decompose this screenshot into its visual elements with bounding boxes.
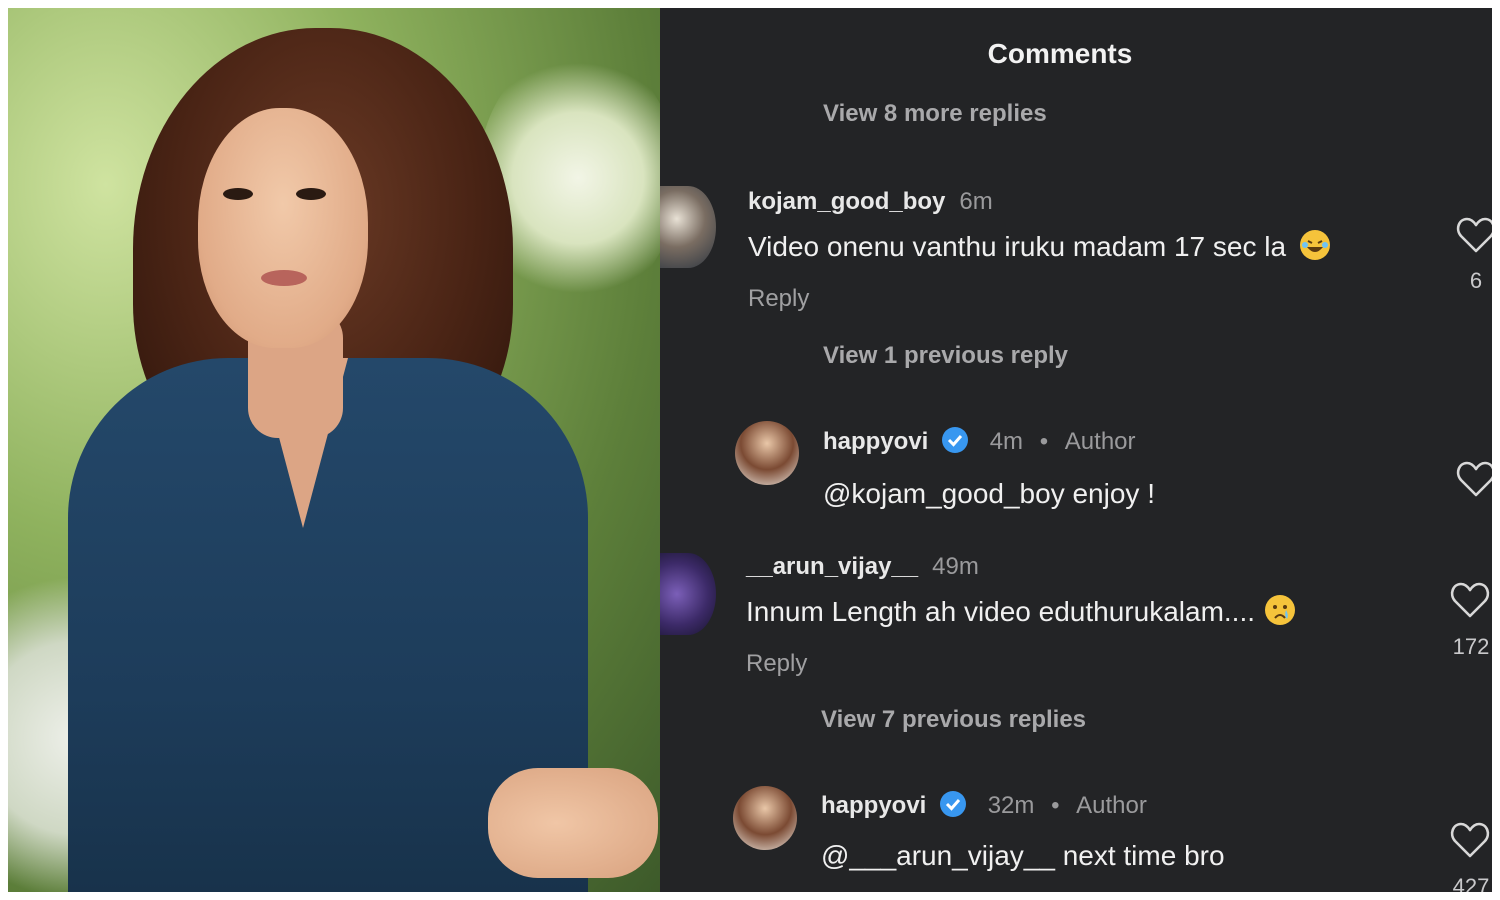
reply-button[interactable]: Reply [748,285,809,313]
view-more-replies-link[interactable]: View 8 more replies [823,100,1047,128]
heart-outline-icon[interactable] [1450,821,1490,859]
comment-username[interactable]: kojam_good_boy 6m [748,188,993,216]
comments-panel: Comments View 8 more replies kojam_good_… [660,8,1492,892]
heart-outline-icon[interactable] [1456,216,1492,254]
composite-image: Comments View 8 more replies kojam_good_… [8,8,1492,892]
crying-emoji-icon [1264,595,1295,625]
comment-username[interactable]: __arun_vijay__ 49m [746,553,979,581]
avatar[interactable] [735,421,799,485]
avatar[interactable] [733,786,797,850]
view-previous-replies-link[interactable]: View 7 previous replies [821,706,1086,734]
reply-text: @___arun_vijay__ next time bro [821,840,1225,871]
comment-text: Video onenu vanthu iruku madam 17 sec la [748,230,1330,263]
avatar[interactable] [660,553,716,635]
portrait-photo [8,8,660,892]
view-previous-reply-link[interactable]: View 1 previous reply [823,342,1068,370]
reply-button[interactable]: Reply [746,650,807,678]
verified-badge-icon [940,791,967,817]
comment-text: Innum Length ah video eduthurukalam.... [746,595,1295,628]
reply-text: @kojam_good_boy enjoy ! [823,478,1155,509]
verified-badge-icon [942,427,969,453]
reply-username[interactable]: happyovi 4m • Author [823,426,1136,456]
heart-outline-icon[interactable] [1456,460,1492,498]
heart-outline-icon[interactable] [1450,581,1490,619]
like-count: 172 [1452,634,1490,659]
like-count: 6 [1469,268,1483,293]
like-count: 427 [1452,874,1490,892]
reply-username[interactable]: happyovi 32m • Author [821,790,1147,820]
laughing-emoji-icon [1299,230,1330,260]
avatar[interactable] [660,186,716,268]
panel-title: Comments [987,38,1133,69]
